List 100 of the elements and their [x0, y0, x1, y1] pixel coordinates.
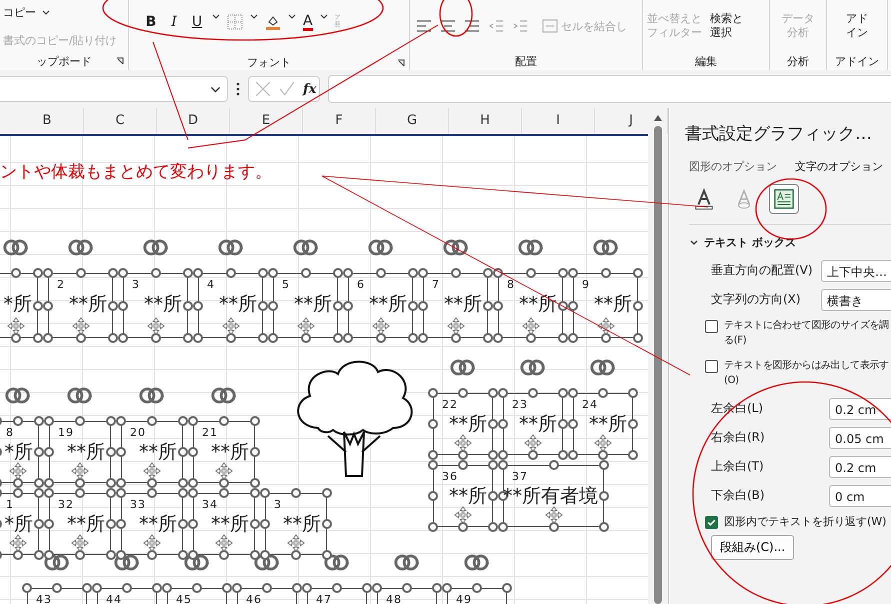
- resize-handle[interactable]: [300, 268, 310, 278]
- resize-handle[interactable]: [598, 388, 608, 398]
- resize-handle[interactable]: [322, 519, 332, 529]
- rotate-handle-icon[interactable]: [2, 238, 30, 257]
- resize-handle[interactable]: [428, 419, 438, 429]
- resize-handle[interactable]: [472, 583, 482, 593]
- rotate-handle-icon[interactable]: [4, 386, 32, 405]
- resize-handle[interactable]: [502, 583, 512, 593]
- margin-input[interactable]: 0.2 cm: [829, 456, 891, 478]
- more-icon[interactable]: [236, 82, 240, 96]
- caret-icon[interactable]: [42, 10, 50, 14]
- move-handle-icon[interactable]: [72, 317, 90, 335]
- copy-button[interactable]: コピー: [3, 4, 36, 20]
- find-select-button[interactable]: 検索と 選択: [710, 12, 743, 40]
- move-handle-icon[interactable]: [215, 534, 233, 552]
- resize-handle[interactable]: [599, 522, 609, 532]
- resize-handle[interactable]: [322, 488, 332, 498]
- resize-handle[interactable]: [428, 388, 438, 398]
- rotate-handle-icon[interactable]: [138, 386, 166, 405]
- rotate-handle-icon[interactable]: [323, 553, 351, 572]
- column-header[interactable]: G: [376, 108, 449, 134]
- insert-function-button[interactable]: fx: [303, 82, 316, 96]
- resize-handle[interactable]: [628, 419, 638, 429]
- text-box-icon[interactable]: [769, 184, 799, 214]
- caret-icon[interactable]: [212, 14, 220, 19]
- caret-icon[interactable]: [320, 14, 328, 19]
- resize-handle[interactable]: [76, 268, 86, 278]
- resize-handle[interactable]: [226, 268, 236, 278]
- caret-icon[interactable]: [250, 14, 258, 19]
- move-handle-icon[interactable]: [372, 317, 390, 335]
- resize-handle[interactable]: [428, 522, 438, 532]
- resize-handle[interactable]: [526, 268, 536, 278]
- align-left-icon[interactable]: [416, 18, 432, 34]
- resize-handle[interactable]: [122, 583, 132, 593]
- move-handle-icon[interactable]: [215, 462, 233, 480]
- dialog-launcher-icon[interactable]: [116, 57, 124, 65]
- chevron-icon[interactable]: [689, 238, 699, 248]
- underline-button[interactable]: U: [189, 14, 205, 30]
- check-icon[interactable]: [279, 81, 295, 97]
- resize-handle[interactable]: [599, 491, 609, 501]
- resize-handle[interactable]: [291, 550, 301, 560]
- move-handle-icon[interactable]: [524, 434, 542, 452]
- dialog-launcher-icon[interactable]: [397, 58, 405, 66]
- decrease-indent-icon[interactable]: [488, 18, 504, 34]
- margin-input[interactable]: 0 cm: [829, 484, 891, 506]
- move-handle-icon[interactable]: [594, 434, 612, 452]
- margin-input[interactable]: 0.05 cm: [829, 426, 891, 448]
- rotate-handle-icon[interactable]: [66, 238, 94, 257]
- dropdown-field[interactable]: 上下中央…: [821, 260, 891, 282]
- resize-handle[interactable]: [528, 450, 538, 460]
- caret-icon[interactable]: [210, 86, 221, 92]
- resize-handle[interactable]: [13, 416, 23, 426]
- move-handle-icon[interactable]: [287, 534, 305, 552]
- column-header[interactable]: F: [303, 108, 376, 134]
- rotate-handle-icon[interactable]: [253, 553, 281, 572]
- column-header[interactable]: H: [449, 108, 522, 134]
- resize-handle[interactable]: [147, 416, 157, 426]
- add-ins-button[interactable]: アド イン: [846, 12, 868, 40]
- bold-button[interactable]: B: [143, 14, 159, 30]
- rotate-handle-icon[interactable]: [66, 386, 94, 405]
- rotate-handle-icon[interactable]: [43, 553, 71, 572]
- resize-handle[interactable]: [75, 416, 85, 426]
- resize-handle[interactable]: [548, 522, 558, 532]
- resize-handle[interactable]: [450, 268, 460, 278]
- resize-handle[interactable]: [458, 522, 468, 532]
- move-handle-icon[interactable]: [454, 506, 472, 524]
- rotate-handle-icon[interactable]: [449, 358, 477, 377]
- checkbox[interactable]: [705, 516, 718, 529]
- move-handle-icon[interactable]: [6, 317, 24, 335]
- move-handle-icon[interactable]: [296, 317, 314, 335]
- resize-handle[interactable]: [428, 491, 438, 501]
- rotate-handle-icon[interactable]: [516, 238, 544, 257]
- column-header[interactable]: E: [230, 108, 303, 134]
- resize-handle[interactable]: [150, 333, 160, 343]
- resize-handle[interactable]: [226, 333, 236, 343]
- borders-icon[interactable]: [227, 14, 243, 30]
- resize-handle[interactable]: [633, 300, 643, 310]
- font-color-button[interactable]: A: [303, 14, 313, 31]
- rotate-handle-icon[interactable]: [442, 238, 470, 257]
- resize-handle[interactable]: [376, 268, 386, 278]
- pane-tab[interactable]: 文字のオプション: [795, 159, 883, 174]
- resize-handle[interactable]: [628, 450, 638, 460]
- checkbox[interactable]: [705, 360, 718, 373]
- column-header[interactable]: B: [11, 108, 84, 134]
- rotate-handle-icon[interactable]: [210, 386, 238, 405]
- columns-button[interactable]: 段組み(C)...: [711, 535, 794, 560]
- move-handle-icon[interactable]: [71, 534, 89, 552]
- resize-handle[interactable]: [150, 268, 160, 278]
- dropdown-field[interactable]: 横書き: [821, 288, 891, 310]
- rotate-handle-icon[interactable]: [393, 553, 421, 572]
- resize-handle[interactable]: [262, 583, 272, 593]
- resize-handle[interactable]: [300, 333, 310, 343]
- italic-button[interactable]: I: [166, 14, 182, 30]
- resize-handle[interactable]: [528, 388, 538, 398]
- rotate-handle-icon[interactable]: [519, 358, 547, 377]
- resize-handle[interactable]: [633, 333, 643, 343]
- move-handle-icon[interactable]: [596, 317, 614, 335]
- resize-handle[interactable]: [376, 333, 386, 343]
- move-handle-icon[interactable]: [222, 317, 240, 335]
- move-handle-icon[interactable]: [522, 317, 540, 335]
